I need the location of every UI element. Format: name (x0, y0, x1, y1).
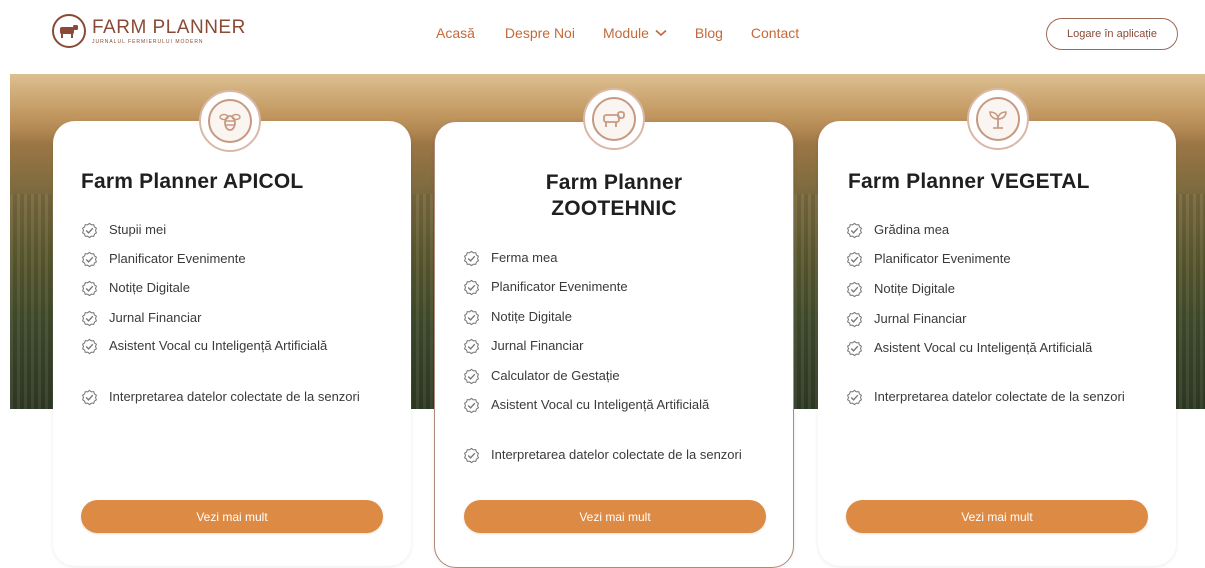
badge-check-icon (463, 338, 480, 355)
card-title-line2: ZOOTEHNIC (551, 197, 677, 220)
badge-check-icon (846, 389, 863, 406)
badge-check-icon (846, 311, 863, 328)
badge-check-icon (81, 310, 98, 327)
main-nav: Acasă Despre Noi Module Blog Contact (436, 25, 827, 41)
cow-logo-icon (52, 14, 86, 48)
card-icon-wrap (967, 88, 1029, 150)
card-title: Farm Planner APICOL (81, 170, 304, 193)
feature-label: Planificator Evenimente (109, 251, 246, 266)
feature-label: Interpretarea datelor colectate de la se… (874, 389, 1125, 404)
feature-label: Asistent Vocal cu Inteligență Artificial… (874, 340, 1093, 355)
see-more-button[interactable]: Vezi mai mult (464, 500, 766, 533)
feature-item: Notițe Digitale (463, 309, 759, 326)
feature-label: Jurnal Financiar (109, 310, 202, 325)
nav-item-blog[interactable]: Blog (695, 25, 723, 41)
feature-label: Calculator de Gestație (491, 368, 620, 383)
see-more-button[interactable]: Vezi mai mult (81, 500, 383, 533)
card-title: Farm Planner VEGETAL (848, 170, 1090, 193)
card-title-line1: Farm Planner (545, 171, 683, 194)
feature-item: Ferma mea (463, 250, 759, 267)
feature-label: Grădina mea (874, 222, 950, 237)
feature-item: Grădina mea (846, 222, 1138, 239)
feature-label: Notițe Digitale (874, 281, 955, 296)
sprout-icon (989, 111, 1007, 129)
badge-check-icon (846, 251, 863, 268)
feature-item: Interpretarea datelor colectate de la se… (463, 447, 759, 464)
feature-item: Asistent Vocal cu Inteligență Artificial… (846, 340, 1138, 357)
bee-icon (219, 113, 241, 131)
nav-item-contact[interactable]: Contact (751, 25, 799, 41)
feature-item: Planificator Evenimente (463, 279, 759, 296)
badge-check-icon (463, 279, 480, 296)
feature-item: Asistent Vocal cu Inteligență Artificial… (463, 397, 759, 414)
feature-item: Jurnal Financiar (846, 311, 1138, 328)
feature-label: Interpretarea datelor colectate de la se… (109, 389, 360, 404)
badge-check-icon (81, 222, 98, 239)
feature-item: Notițe Digitale (846, 281, 1138, 298)
badge-check-icon (463, 309, 480, 326)
feature-label: Notițe Digitale (491, 309, 572, 324)
feature-item: Jurnal Financiar (463, 338, 759, 355)
feature-label: Jurnal Financiar (491, 338, 584, 353)
feature-item: Planificator Evenimente (846, 251, 1138, 268)
brand-tagline: JURNALUL FERMIERULUI MODERN (92, 38, 204, 45)
see-more-button[interactable]: Vezi mai mult (846, 500, 1148, 533)
badge-check-icon (463, 397, 480, 414)
badge-check-icon (463, 368, 480, 385)
feature-label: Jurnal Financiar (874, 311, 967, 326)
feature-item: Stupii mei (81, 222, 373, 239)
feature-label: Asistent Vocal cu Inteligență Artificial… (109, 338, 328, 353)
badge-check-icon (81, 280, 98, 297)
nav-item-modules-label: Module (602, 25, 649, 41)
feature-item: Jurnal Financiar (81, 310, 373, 327)
badge-check-icon (463, 447, 480, 464)
feature-label: Planificator Evenimente (491, 279, 628, 294)
feature-item: Asistent Vocal cu Inteligență Artificial… (81, 338, 373, 355)
nav-item-home[interactable]: Acasă (436, 25, 475, 41)
chevron-down-icon (655, 29, 667, 37)
brand-name: FARM PLANNER (92, 16, 246, 38)
login-button[interactable]: Logare în aplicație (1046, 18, 1178, 50)
feature-label: Interpretarea datelor colectate de la se… (491, 447, 742, 462)
brand-logo[interactable]: FARM PLANNER JURNALUL FERMIERULUI MODERN (52, 14, 246, 48)
feature-item: Interpretarea datelor colectate de la se… (846, 389, 1138, 406)
feature-label: Ferma mea (491, 250, 558, 265)
badge-check-icon (81, 338, 98, 355)
nav-item-about[interactable]: Despre Noi (505, 25, 575, 41)
feature-label: Notițe Digitale (109, 280, 190, 295)
feature-label: Planificator Evenimente (874, 251, 1011, 266)
feature-label: Stupii mei (109, 222, 167, 237)
nav-item-modules[interactable]: Module (603, 25, 667, 41)
feature-item: Planificator Evenimente (81, 251, 373, 268)
feature-item: Interpretarea datelor colectate de la se… (81, 389, 373, 406)
badge-check-icon (81, 251, 98, 268)
badge-check-icon (846, 222, 863, 239)
site-header: FARM PLANNER JURNALUL FERMIERULUI MODERN… (0, 0, 1205, 72)
badge-check-icon (81, 389, 98, 406)
feature-item: Calculator de Gestație (463, 368, 759, 385)
badge-check-icon (846, 340, 863, 357)
cow-icon (603, 111, 625, 127)
badge-check-icon (846, 281, 863, 298)
card-title: Farm Planner ZOOTEHNIC (434, 170, 794, 222)
feature-item: Notițe Digitale (81, 280, 373, 297)
card-icon-wrap (583, 88, 645, 150)
card-icon-wrap (199, 90, 261, 152)
feature-label: Asistent Vocal cu Inteligență Artificial… (491, 397, 710, 412)
badge-check-icon (463, 250, 480, 267)
